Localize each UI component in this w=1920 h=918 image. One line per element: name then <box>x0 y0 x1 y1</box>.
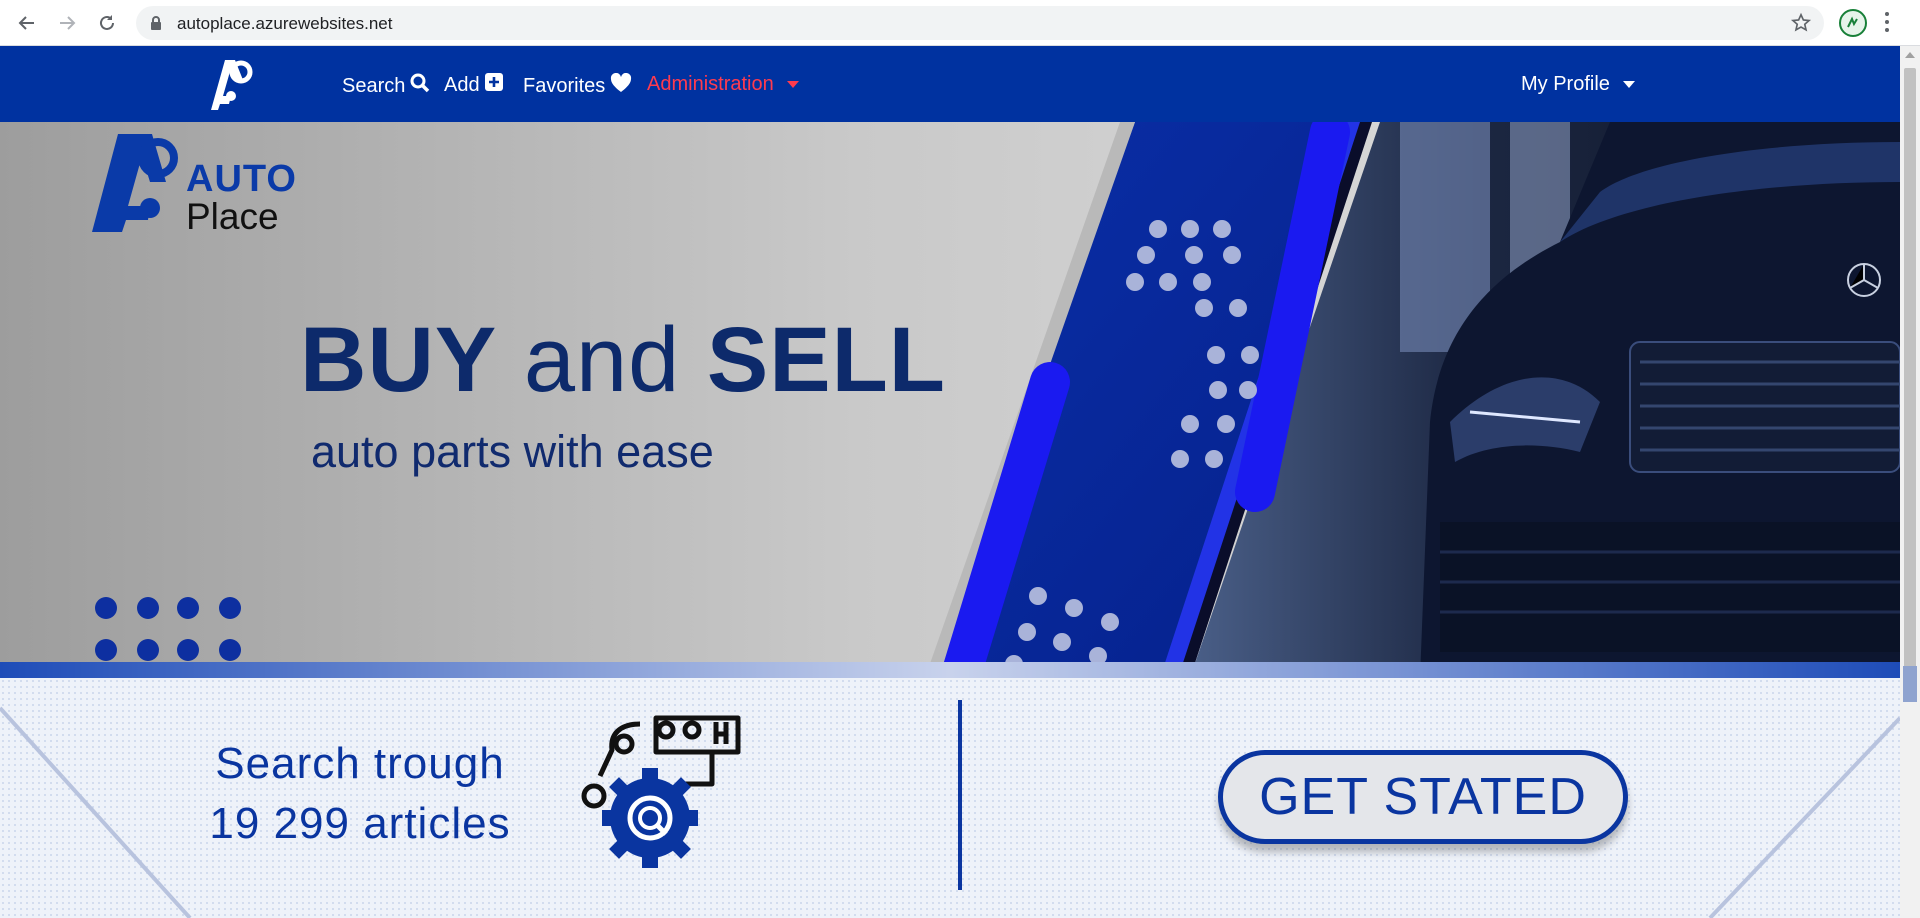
search-icon <box>410 73 430 99</box>
nav-search[interactable]: Search <box>342 73 430 99</box>
hero-title: BUY and SELL <box>300 308 946 413</box>
url-text: autoplace.azurewebsites.net <box>177 14 393 33</box>
hero-artwork <box>0 122 1900 678</box>
scroll-position-marker <box>1903 666 1917 702</box>
profile-icon[interactable] <box>1839 9 1867 37</box>
chevron-down-icon <box>1622 81 1635 88</box>
nav-add[interactable]: Add <box>444 73 503 97</box>
engine-gear-icon <box>580 714 742 874</box>
promo-line-1: Search trough <box>215 739 505 788</box>
address-bar[interactable]: autoplace.azurewebsites.net <box>136 6 1824 40</box>
menu-icon[interactable] <box>1884 11 1890 38</box>
brand-place-text: Place <box>186 196 279 237</box>
hero-title-sell: SELL <box>706 309 946 411</box>
hero-banner: AUTO Place BUY and SELL auto parts with … <box>0 122 1900 678</box>
nav-add-label: Add <box>444 73 480 96</box>
back-icon[interactable] <box>14 10 40 36</box>
nav-administration-label: Administration <box>647 73 774 95</box>
scroll-thumb[interactable] <box>1904 68 1916 700</box>
nav-favorites[interactable]: Favorites <box>523 72 632 99</box>
nav-administration-dropdown[interactable]: Administration <box>647 73 799 96</box>
heart-icon <box>610 72 632 99</box>
nav-profile-dropdown[interactable]: My Profile <box>1521 73 1635 96</box>
chevron-down-icon <box>786 81 799 88</box>
browser-toolbar: autoplace.azurewebsites.net <box>0 0 1920 46</box>
nav-profile-label: My Profile <box>1521 73 1610 95</box>
nav-favorites-label: Favorites <box>523 74 606 97</box>
scroll-up-arrow-icon[interactable] <box>1905 52 1915 58</box>
promo-line-2: 19 299 articles <box>209 799 511 848</box>
reload-icon[interactable] <box>94 10 120 36</box>
section-divider <box>958 700 962 890</box>
star-icon[interactable] <box>1790 12 1812 39</box>
hero-title-and: and <box>523 309 681 411</box>
page-scrollbar[interactable] <box>1900 46 1920 918</box>
forward-icon[interactable] <box>54 10 80 36</box>
promo-section: Search trough 19 299 articles GET STATED <box>0 678 1900 918</box>
site-logo-icon[interactable] <box>205 56 257 112</box>
nav-search-label: Search <box>342 74 406 97</box>
lock-icon <box>150 15 162 36</box>
hero-title-buy: BUY <box>300 309 498 411</box>
site-navbar: Search Add Favorites Administration My P… <box>0 46 1900 122</box>
hero-subtitle: auto parts with ease <box>311 426 714 477</box>
plus-square-icon <box>484 73 503 97</box>
get-started-button[interactable]: GET STATED <box>1218 750 1628 844</box>
articles-count-text: Search trough 19 299 articles <box>200 734 520 854</box>
brand-auto-text: AUTO <box>186 158 297 200</box>
